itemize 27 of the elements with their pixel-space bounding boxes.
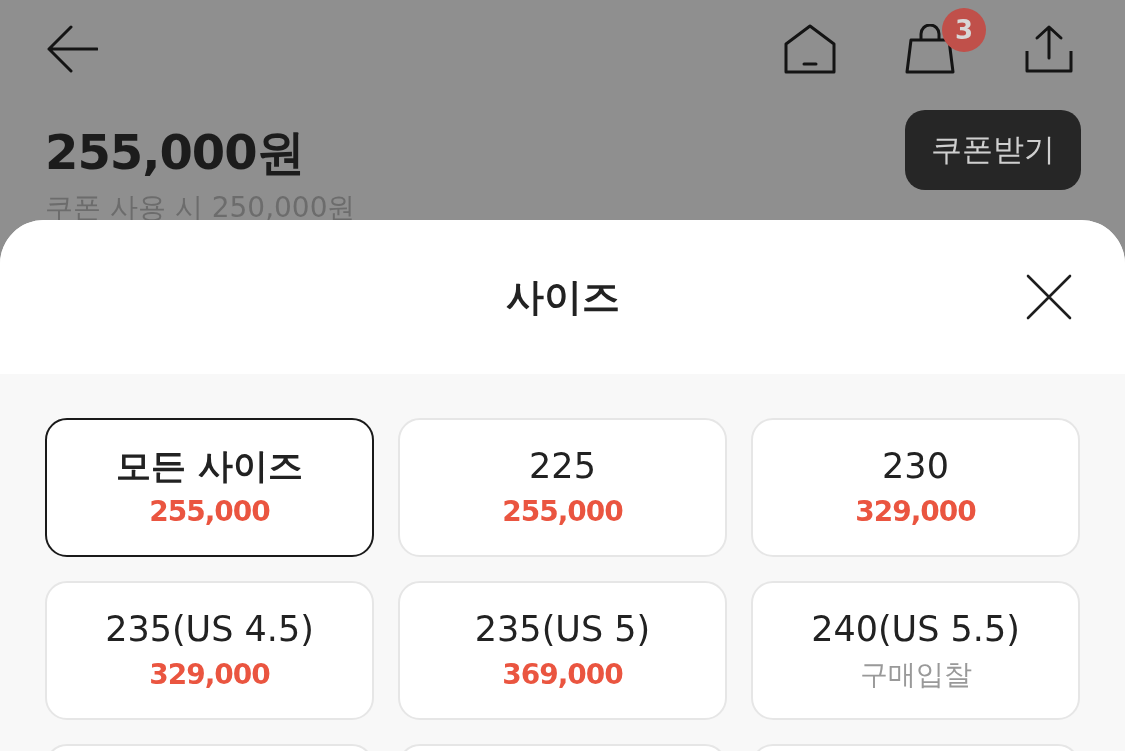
size-label: 235(US 5) [474,607,651,651]
product-price: 255,000원 [45,123,305,182]
size-option-card[interactable]: 240(US 5.5) 구매입찰 [751,581,1080,720]
size-option-card[interactable]: 모든 사이즈 255,000 [45,418,374,557]
cart-count-badge: 3 [942,7,986,52]
size-price-text: 329,000 [855,493,976,530]
size-price-text: 369,000 [502,656,623,693]
size-label: 240(US 5.5) [811,607,1020,651]
shopping-bag-icon[interactable] [904,23,956,74]
back-arrow-icon[interactable] [46,24,98,73]
sheet-title: 사이즈 [505,273,620,321]
size-price-text: 255,000 [149,493,270,530]
home-icon[interactable] [784,23,836,74]
size-label: 모든 사이즈 [115,444,304,488]
size-option-card[interactable]: 235(US 5) 369,000 [398,581,727,720]
share-icon[interactable] [1024,23,1074,74]
size-option-card[interactable]: 225 255,000 [398,418,727,557]
size-label: 225 [529,444,596,488]
size-price-text: 255,000 [502,493,623,530]
get-coupon-button[interactable]: 쿠폰받기 [905,110,1081,190]
bid-status-text: 구매입찰 [859,656,972,693]
size-label: 235(US 4.5) [105,607,314,651]
size-price-text: 329,000 [149,656,270,693]
size-option-card[interactable]: 230 329,000 [751,418,1080,557]
size-label: 230 [882,444,949,488]
close-icon[interactable] [1026,274,1072,320]
size-option-card[interactable]: 235(US 4.5) 329,000 [45,581,374,720]
